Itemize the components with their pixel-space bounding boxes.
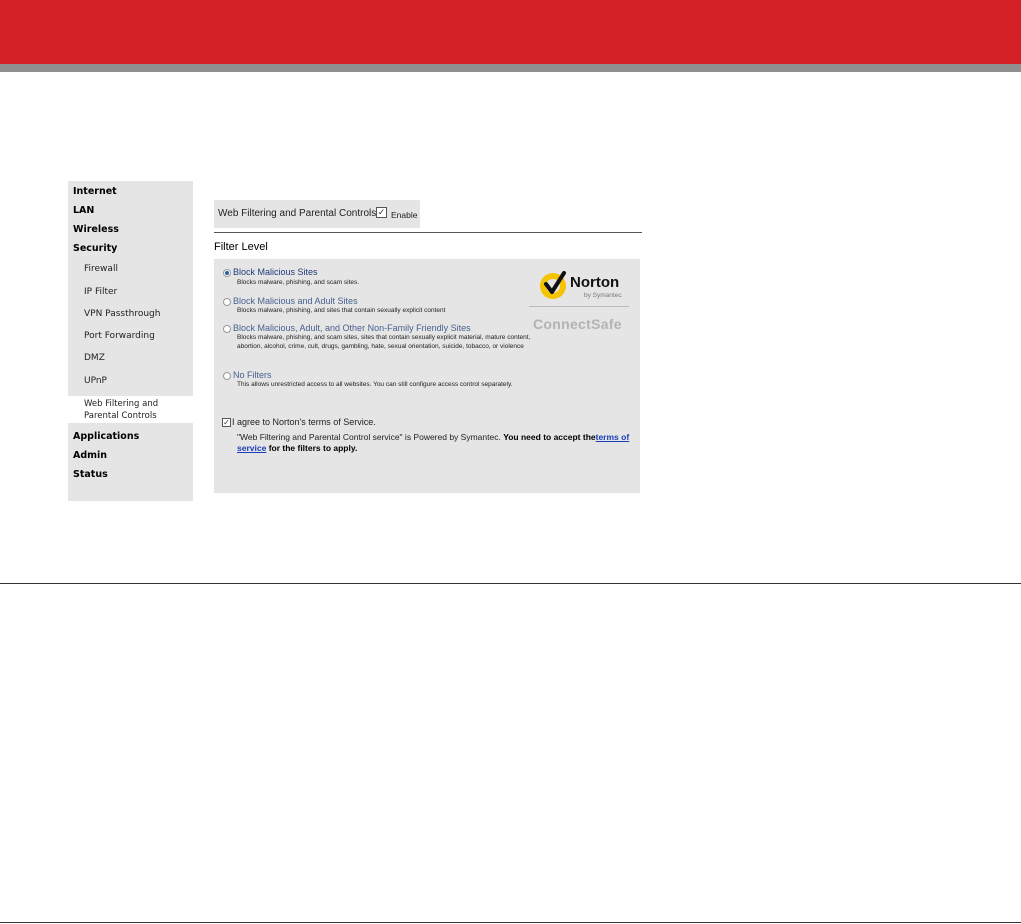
sidebar-item-applications[interactable]: Applications (73, 431, 139, 442)
filter-level-heading: Filter Level (214, 241, 268, 253)
sidebar-item-web-filtering[interactable]: Web Filtering and Parental Controls (84, 398, 192, 422)
logo-divider (529, 306, 629, 307)
agree-label: I agree to Norton's terms of Service. (232, 417, 376, 427)
page-rule-top (0, 583, 1021, 584)
agree-description: "Web Filtering and Parental Control serv… (237, 432, 633, 454)
option-desc-adult: Blocks malware, phishing, and sites that… (237, 307, 446, 314)
enable-checkbox[interactable]: ✓ (376, 207, 387, 218)
sidebar-item-status[interactable]: Status (73, 469, 108, 480)
sidebar-item-upnp[interactable]: UPnP (84, 376, 107, 386)
radio-no-filters[interactable] (223, 372, 231, 380)
agree-desc-bold: You need to accept the (503, 432, 596, 442)
filter-panel: Block Malicious Sites Blocks malware, ph… (214, 259, 640, 493)
option-title-malicious[interactable]: Block Malicious Sites (233, 267, 318, 277)
sidebar-item-lan[interactable]: LAN (73, 205, 94, 216)
sidebar-nav: Internet LAN Wireless Security Firewall … (68, 181, 193, 501)
connectsafe-brand: ConnectSafe (533, 316, 622, 332)
top-banner (0, 0, 1021, 64)
option-desc-no-filters: This allows unrestricted access to all w… (237, 381, 513, 388)
agree-desc-tail: for the filters to apply. (268, 443, 358, 453)
sidebar-item-wireless[interactable]: Wireless (73, 224, 119, 235)
option-title-nonfamily[interactable]: Block Malicious, Adult, and Other Non-Fa… (233, 323, 471, 333)
by-symantec-text: by Symantec (584, 292, 622, 299)
sidebar-item-dmz[interactable]: DMZ (84, 353, 105, 363)
radio-block-nonfamily[interactable] (223, 325, 231, 333)
option-desc-malicious: Blocks malware, phishing, and scam sites… (237, 279, 360, 286)
option-title-adult[interactable]: Block Malicious and Adult Sites (233, 296, 358, 306)
option-desc-nonfamily: Blocks malware, phishing, and scam sites… (237, 334, 531, 350)
page-rule-bottom (0, 922, 1021, 923)
section-title: Web Filtering and Parental Controls (218, 208, 377, 219)
sidebar-item-admin[interactable]: Admin (73, 450, 107, 461)
sidebar-item-internet[interactable]: Internet (73, 186, 117, 197)
agree-checkbox[interactable]: ✓ (222, 418, 231, 427)
agree-desc-quote: "Web Filtering and Parental Control serv… (237, 432, 501, 442)
sidebar-item-firewall[interactable]: Firewall (84, 264, 118, 274)
enable-label: Enable (391, 210, 418, 220)
sidebar-item-vpn-passthrough[interactable]: VPN Passthrough (84, 309, 160, 319)
sidebar-item-ip-filter[interactable]: IP Filter (84, 287, 117, 297)
section-header: Web Filtering and Parental Controls ✓ En… (214, 200, 420, 228)
header-divider (214, 232, 642, 233)
radio-block-malicious[interactable] (223, 269, 231, 277)
banner-stripe (0, 64, 1021, 72)
norton-wordmark: Norton (570, 274, 619, 291)
norton-logo: Norton by Symantec (540, 271, 622, 299)
sidebar-item-security[interactable]: Security (73, 243, 117, 254)
option-title-no-filters[interactable]: No Filters (233, 370, 272, 380)
sidebar-item-port-forwarding[interactable]: Port Forwarding (84, 331, 155, 341)
radio-block-adult[interactable] (223, 298, 231, 306)
